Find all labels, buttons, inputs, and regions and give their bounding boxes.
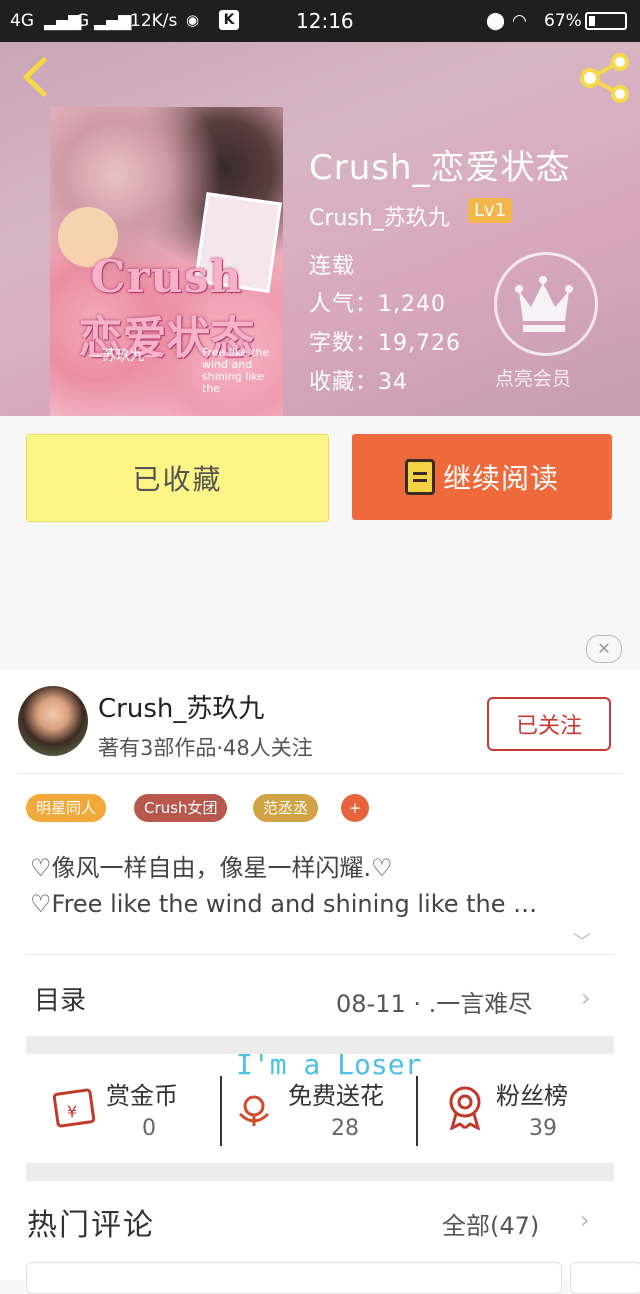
app-badge-icon: K xyxy=(219,10,239,30)
all-comments-link[interactable]: 全部(47) xyxy=(442,1206,539,1241)
favorited-button[interactable]: 已收藏 xyxy=(26,434,329,522)
comment-card[interactable] xyxy=(570,1262,640,1294)
wifi-icon: ◠ xyxy=(512,11,527,31)
expand-chevron-icon[interactable]: ﹀ xyxy=(573,928,591,954)
battery-label: 67% xyxy=(544,11,582,31)
toc-label[interactable]: 目录 xyxy=(34,980,86,1017)
cover-author: —苏玖九— xyxy=(88,348,158,364)
divider xyxy=(416,1076,418,1146)
book-author[interactable]: Crush_苏玖九 xyxy=(309,200,450,232)
crown-icon xyxy=(515,276,573,332)
continue-reading-label: 继续阅读 xyxy=(442,462,559,495)
section-gap xyxy=(26,1163,614,1181)
fan-ranking-label[interactable]: 粉丝榜 xyxy=(496,1076,568,1111)
fan-ranking-count: 39 xyxy=(529,1116,557,1141)
chevron-left-icon xyxy=(23,57,47,97)
flower-icon[interactable] xyxy=(234,1088,274,1132)
tag-chip[interactable]: 明星同人 xyxy=(26,794,107,822)
chevron-right-icon[interactable]: › xyxy=(581,984,591,1012)
signal2-icon: ▂▄▆ xyxy=(94,11,131,31)
author-meta: 著有3部作品·48人关注 xyxy=(98,736,313,760)
medal-icon[interactable] xyxy=(444,1084,486,1134)
vip-label: 点亮会员 xyxy=(495,368,572,390)
location-icon: ⬤ xyxy=(486,11,506,31)
book-word-count: 字数：19,726 xyxy=(309,331,461,356)
weibo-icon: ◉ xyxy=(186,11,200,29)
tag-chip[interactable]: 范丞丞 xyxy=(253,794,319,822)
comment-card[interactable] xyxy=(26,1262,562,1294)
book-popularity: 人气：1,240 xyxy=(309,292,446,317)
hot-comments-title: 热门评论 xyxy=(27,1208,155,1243)
free-flower-label[interactable]: 免费送花 xyxy=(288,1076,384,1111)
follow-button[interactable]: 已关注 xyxy=(487,697,611,751)
signal-icon: ▂▄▆ xyxy=(44,11,81,31)
author-name[interactable]: Crush_苏玖九 xyxy=(98,688,264,725)
share-icon xyxy=(580,53,629,103)
status-bar: 4G ▂▄▆ G ▂▄▆ 12K/s ◉ K 12:16 ⬤ ◠ 67% xyxy=(0,0,640,42)
cover-title: Crush xyxy=(90,252,243,303)
divider xyxy=(18,773,622,774)
book-status: 连载 xyxy=(309,254,356,279)
description-line: ♡像风一样自由，像星一样闪耀.♡ xyxy=(30,854,393,882)
battery-icon xyxy=(585,12,627,30)
red-envelope-icon[interactable]: ¥ xyxy=(50,1088,96,1132)
book-icon xyxy=(404,459,435,495)
author-avatar[interactable] xyxy=(18,686,88,756)
share-button[interactable] xyxy=(578,52,632,104)
add-tag-button[interactable]: + xyxy=(341,794,369,822)
book-favorites: 收藏：34 xyxy=(309,370,408,395)
description-line: ♡Free like the wind and shining like the… xyxy=(30,890,538,918)
close-ad-button[interactable]: ✕ xyxy=(586,635,622,663)
network2-label: G xyxy=(76,11,90,31)
book-cover[interactable]: Crush 恋爱状态 —苏玖九— Free like the wind and … xyxy=(50,107,283,416)
level-badge: Lv1 xyxy=(468,198,513,223)
back-button[interactable] xyxy=(14,54,60,100)
chevron-right-icon[interactable]: › xyxy=(580,1206,590,1234)
divider xyxy=(26,954,614,955)
free-flower-count: 28 xyxy=(331,1116,359,1141)
continue-reading-button[interactable]: 继续阅读 xyxy=(352,434,612,520)
reward-coin-label[interactable]: 赏金币 xyxy=(106,1076,178,1111)
toc-latest-chapter[interactable]: 08-11 · .一言难尽 xyxy=(336,984,532,1019)
reward-coin-count: 0 xyxy=(142,1116,156,1141)
cover-quote: Free like the wind and shining like the xyxy=(202,346,270,395)
book-title: Crush_恋爱状态 xyxy=(309,148,571,188)
divider xyxy=(220,1076,222,1146)
vip-button[interactable] xyxy=(494,252,598,356)
tag-chip[interactable]: Crush女团 xyxy=(134,794,228,822)
author-card xyxy=(0,670,640,1280)
clock: 12:16 xyxy=(296,9,354,33)
speed-label: 12K/s xyxy=(130,11,178,31)
network-label: 4G xyxy=(10,11,34,31)
svg-text:¥: ¥ xyxy=(67,1102,77,1121)
